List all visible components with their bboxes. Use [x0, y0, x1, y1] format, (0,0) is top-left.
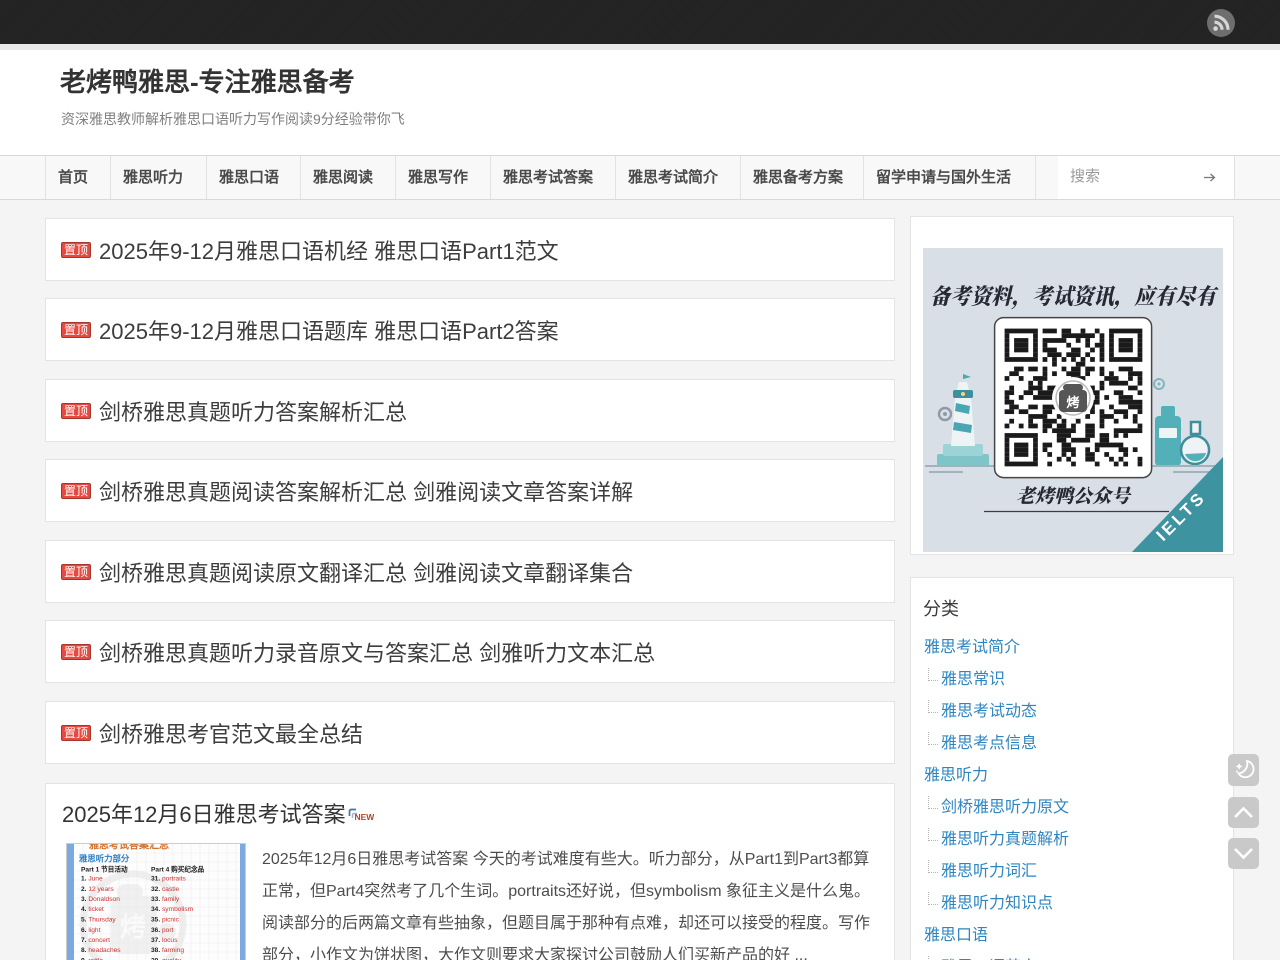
svg-text:烤: 烤	[1066, 395, 1079, 410]
svg-text:1. June: 1. June	[81, 876, 103, 883]
svg-text:Part 1 节目活动: Part 1 节目活动	[81, 865, 128, 874]
svg-text:32. castle: 32. castle	[151, 886, 180, 893]
svg-text:NEW: NEW	[354, 812, 374, 821]
svg-text:33. family: 33. family	[151, 896, 180, 903]
svg-text:备考资料，考试资讯，应有尽有: 备考资料，考试资讯，应有尽有	[930, 280, 1219, 311]
svg-text:5. Thursday: 5. Thursday	[81, 917, 116, 924]
svg-text:34. symbolism: 34. symbolism	[151, 906, 194, 913]
svg-text:31. portraits: 31. portraits	[151, 876, 187, 883]
svg-text:37. locus: 37. locus	[151, 937, 178, 944]
svg-text:雅思考试答案汇总: 雅思考试答案汇总	[89, 844, 169, 852]
svg-text:雅思听力部分: 雅思听力部分	[79, 854, 130, 864]
svg-text:3. Donaldson: 3. Donaldson	[81, 896, 120, 903]
svg-text:38. farming: 38. farming	[151, 947, 184, 954]
svg-text:老烤鸭公众号: 老烤鸭公众号	[1016, 482, 1132, 509]
svg-text:8. headaches: 8. headaches	[81, 947, 121, 954]
svg-text:Part 4 购买纪念品: Part 4 购买纪念品	[151, 865, 205, 874]
svg-text:36. port: 36. port	[151, 927, 174, 934]
svg-text:烤: 烤	[120, 912, 146, 942]
svg-text:4. ticket: 4. ticket	[81, 906, 104, 913]
svg-text:35. picnic: 35. picnic	[151, 917, 180, 924]
svg-text:2. 12 years: 2. 12 years	[81, 886, 114, 893]
svg-text:6. light: 6. light	[81, 927, 101, 934]
svg-text:7. concert: 7. concert	[81, 937, 110, 944]
